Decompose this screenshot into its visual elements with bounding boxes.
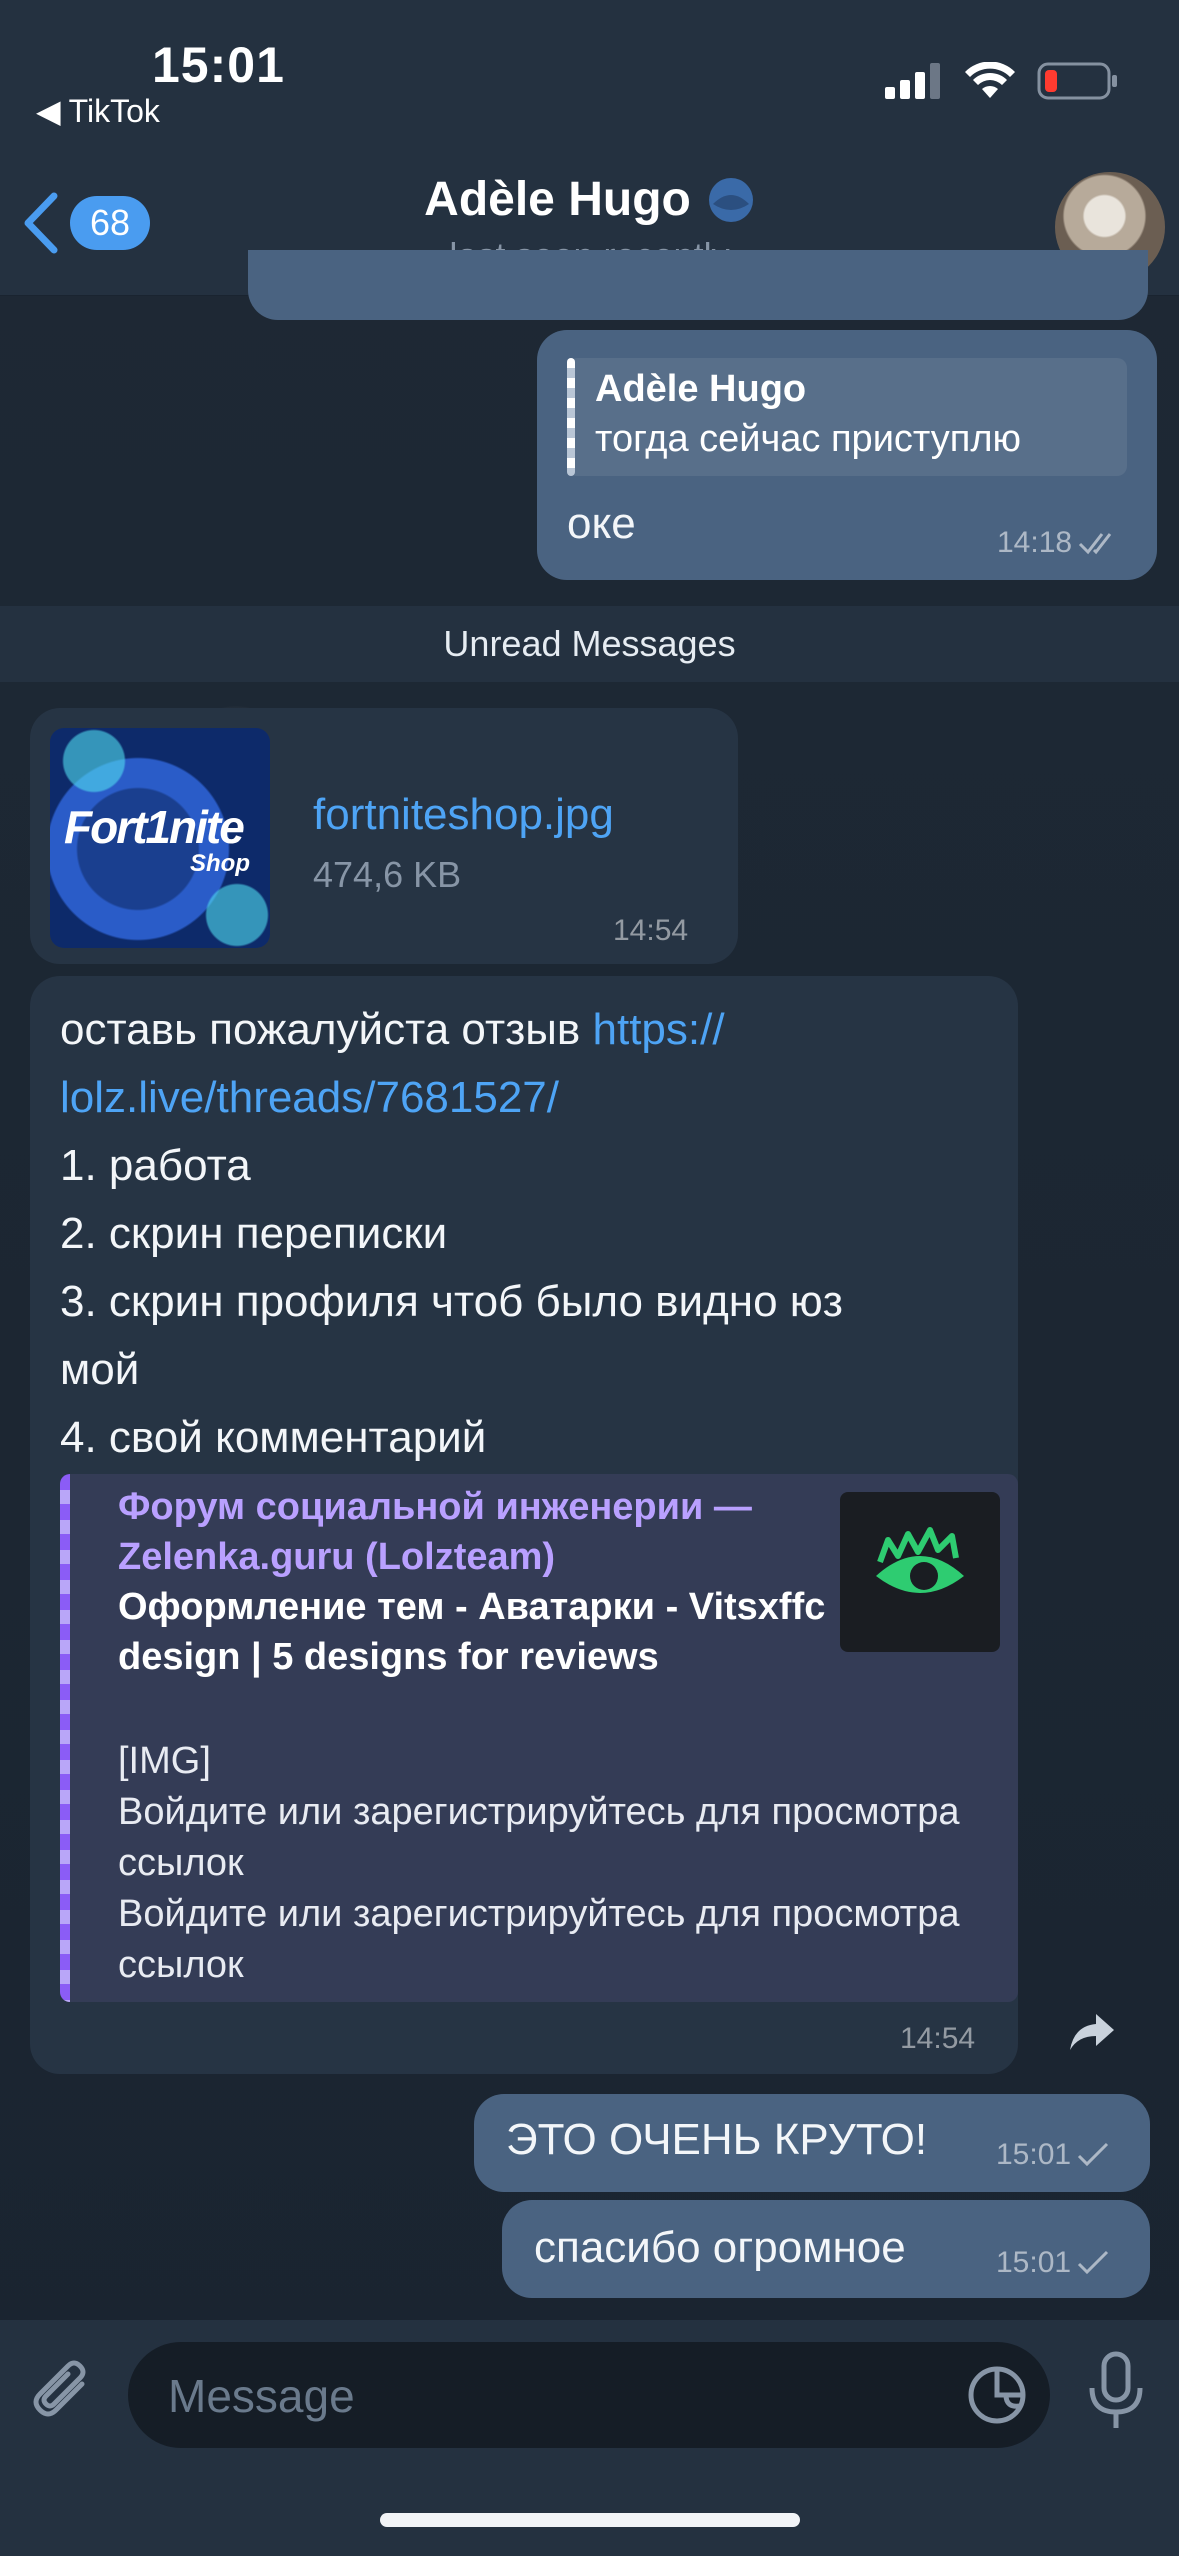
message-time: 15:01	[996, 2246, 1072, 2279]
sticker-button[interactable]	[966, 2364, 1028, 2426]
premium-badge-icon	[708, 177, 753, 222]
sticker-icon	[968, 2366, 1026, 2424]
message-input-field[interactable]	[128, 2342, 1050, 2450]
unread-messages-divider: Unread Messages	[0, 606, 1179, 682]
link-preview-site: Форум социальной инженерии — Zelenka.gur…	[118, 1486, 752, 1578]
message-text: оставь пожалуйста отзыв https:// lolz.li…	[60, 996, 1000, 1472]
status-bar: 15:01 ◀ TikTok	[0, 0, 1179, 150]
message-time: 14:54	[900, 2022, 975, 2056]
status-time: 15:01	[152, 37, 285, 93]
outgoing-text-bubble[interactable]: ЭТО ОЧЕНЬ КРУТО! 15:01	[474, 2094, 1150, 2192]
outgoing-reply-bubble[interactable]: Adèle Hugo тогда сейчас приступлю оке 14…	[537, 330, 1157, 580]
microphone-icon	[1089, 2351, 1143, 2428]
partial-message-bubble	[248, 250, 1148, 320]
thumbnail-subtitle: Shop	[190, 850, 250, 877]
wifi-icon	[965, 62, 1015, 98]
link-preview-title: Оформление тем - Аватарки - Vitsxffc des…	[118, 1586, 826, 1678]
list-item-3: 3. скрин профиля чтоб было видно юз	[60, 1277, 843, 1326]
incoming-text-bubble[interactable]: оставь пожалуйста отзыв https:// lolz.li…	[30, 976, 1018, 2074]
message-line-first: оставь пожалуйста отзыв https://	[60, 996, 1000, 1064]
message-input[interactable]	[166, 2342, 930, 2450]
status-icons	[885, 62, 1119, 100]
home-indicator[interactable]	[380, 2513, 800, 2527]
back-app-label: TikTok	[68, 92, 160, 129]
message-meta: 15:01	[996, 2246, 1111, 2280]
back-triangle-icon: ◀	[36, 93, 61, 129]
message-text: оке	[567, 499, 636, 548]
message-meta: 15:01	[996, 2138, 1111, 2172]
reply-quote-name: Adèle Hugo	[595, 368, 807, 410]
voice-record-button[interactable]	[1078, 2350, 1154, 2436]
paperclip-icon	[33, 2360, 86, 2417]
double-check-icon	[1079, 533, 1112, 555]
eye-logo-icon	[876, 1527, 964, 1593]
link-preview-bar	[60, 1474, 70, 2002]
list-item-1: 1. работа	[60, 1141, 251, 1190]
thumbnail-title: Fort1nite	[64, 801, 245, 853]
link-preview-thumbnail	[840, 1492, 1000, 1652]
reply-quote-bar	[567, 358, 575, 476]
file-size: 474,6 KB	[313, 854, 462, 895]
check-icon	[1078, 2142, 1109, 2167]
back-to-app-link[interactable]: ◀ TikTok	[36, 92, 160, 130]
reply-quote-text: тогда сейчас приступлю	[595, 418, 1021, 460]
message-text: ЭТО ОЧЕНЬ КРУТО!	[506, 2115, 928, 2164]
contact-name: Adèle Hugo	[424, 173, 691, 226]
message-text: спасибо огромное	[534, 2223, 906, 2272]
list-item-4: 4. свой комментарий	[60, 1413, 487, 1462]
message-time: 14:18	[997, 526, 1073, 559]
share-arrow-icon	[1070, 2014, 1114, 2050]
message-time: 14:54	[613, 914, 688, 948]
link-preview-description: [IMG] Войдите или зарегистрируйтесь для …	[118, 1740, 960, 1986]
signal-icon	[885, 63, 940, 99]
thread-link-part2[interactable]: lolz.live/threads/7681527/	[60, 1064, 1000, 1132]
attach-button[interactable]	[26, 2354, 106, 2434]
check-icon	[1078, 2250, 1109, 2275]
forward-button[interactable]	[1060, 2000, 1124, 2064]
reply-quote[interactable]: Adèle Hugo тогда сейчас приступлю	[567, 358, 1127, 476]
text-before-link: оставь пожалуйста отзыв	[60, 1005, 593, 1054]
thread-link-part1[interactable]: https://	[593, 1005, 725, 1054]
list-item-3-cont: мой	[60, 1345, 140, 1394]
battery-icon	[1037, 62, 1117, 100]
outgoing-text-bubble[interactable]: спасибо огромное 15:01	[502, 2200, 1150, 2298]
file-name-link[interactable]: fortniteshop.jpg	[313, 790, 614, 840]
message-time-text: 14:54	[613, 914, 689, 947]
list-item-2: 2. скрин переписки	[60, 1209, 448, 1258]
file-thumbnail[interactable]: Fort1nite Shop	[50, 728, 270, 948]
message-time-text: 14:54	[900, 2022, 976, 2055]
message-meta: 14:18	[997, 526, 1122, 560]
message-time: 15:01	[996, 2138, 1072, 2171]
link-preview[interactable]: Форум социальной инженерии — Zelenka.gur…	[60, 1474, 1018, 2002]
incoming-file-bubble[interactable]: Fort1nite Shop fortniteshop.jpg 474,6 KB…	[30, 708, 738, 964]
